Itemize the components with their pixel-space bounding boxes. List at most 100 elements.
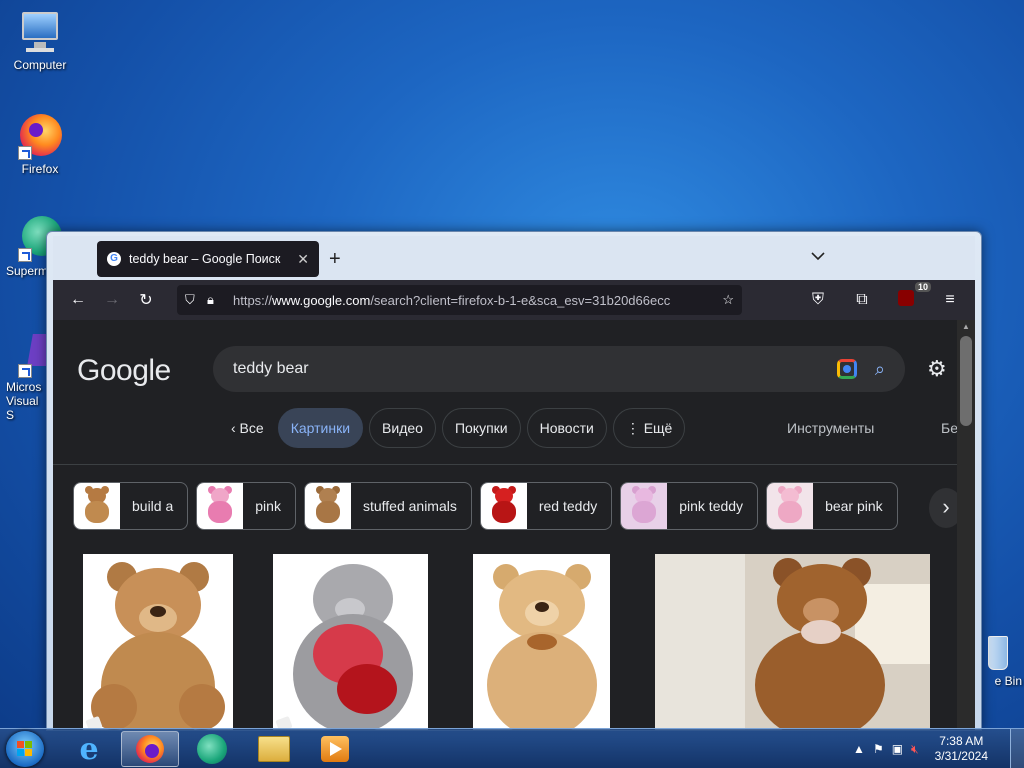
tab-images[interactable]: Картинки (277, 408, 364, 448)
start-button[interactable] (6, 731, 44, 767)
tab-shopping[interactable]: Покупки (441, 408, 521, 448)
chip-thumbnail (621, 483, 668, 529)
page-scrollbar[interactable]: ▲ (957, 320, 975, 730)
back-button[interactable]: ← (61, 291, 95, 309)
taskbar-firefox[interactable] (121, 731, 179, 767)
search-icon[interactable]: ⌕ (875, 359, 885, 380)
new-tab-button[interactable]: + (329, 248, 341, 271)
desktop-icon-label: Firefox (21, 162, 59, 176)
safesearch-button[interactable]: Бе (941, 420, 958, 436)
chip-thumbnail (767, 483, 814, 529)
ublock-extension-icon[interactable]: 10 (889, 281, 931, 311)
windows-logo-icon (17, 741, 33, 757)
internet-explorer-icon: e (79, 731, 99, 767)
tools-button[interactable]: Инструменты (787, 420, 874, 436)
chip-label: pink teddy (679, 498, 744, 514)
tab-title: teddy bear – Google Поиск (129, 252, 281, 266)
chevron-down-icon (811, 252, 825, 261)
system-tray: ▲ ⚑ ▣ 🔇︎ 7:38 AM 3/31/2024 (853, 729, 988, 768)
chip-thumbnail (74, 483, 120, 529)
toolbar-right: ⛨ ⧉ 10 ≡ (801, 281, 967, 311)
scrollbar-thumb[interactable] (960, 336, 972, 426)
google-logo[interactable]: Google (77, 354, 171, 388)
refine-chip[interactable]: bear pink (766, 482, 898, 530)
lock-icon[interactable]: 🔒︎ (207, 292, 229, 308)
desktop-icon-label: Computer (13, 58, 67, 72)
image-result[interactable] (83, 554, 233, 730)
extension-badge: 10 (914, 281, 931, 292)
google-favicon-icon: G (107, 252, 121, 266)
search-input[interactable] (233, 360, 837, 378)
taskbar: e ▲ ⚑ ▣ 🔇︎ 7:38 AM 3/31/2024 (0, 728, 1024, 768)
refine-chip[interactable]: red teddy (479, 482, 613, 530)
firefox-icon (136, 735, 164, 763)
list-all-tabs-button[interactable] (811, 250, 825, 264)
forward-button[interactable]: → (95, 291, 129, 309)
shortcut-arrow-icon (18, 364, 32, 378)
refine-chip[interactable]: build a (73, 482, 189, 530)
clock-time: 7:38 AM (939, 734, 984, 748)
edge-icon (197, 734, 227, 764)
divider (53, 464, 957, 465)
chip-label: red teddy (538, 498, 598, 514)
firefox-window: ▁ ▭ ✕ G teddy bear – Google Поиск ✕ + ← … (46, 231, 982, 731)
folder-icon (258, 736, 290, 762)
image-result[interactable] (655, 554, 930, 730)
search-type-tabs: ‹ Все Картинки Видео Покупки Новости ⋮ Е… (223, 408, 686, 448)
tab-videos[interactable]: Видео (369, 408, 436, 448)
chip-label: build a (132, 498, 174, 514)
navigation-toolbar: ← → ↻ ⛉ 🔒︎ https://www.google.com/search… (53, 280, 975, 320)
clock[interactable]: 7:38 AM 3/31/2024 (935, 734, 988, 764)
refinement-chips: build a pink stuffed animals red teddy p… (73, 482, 898, 530)
browser-tab[interactable]: G teddy bear – Google Поиск ✕ (97, 241, 319, 277)
show-hidden-icons-icon[interactable]: ▲ (853, 742, 865, 756)
taskbar-edge[interactable] (183, 731, 241, 767)
reload-button[interactable]: ↻ (129, 290, 163, 310)
refine-chip[interactable]: stuffed animals (303, 482, 472, 530)
settings-gear-icon[interactable]: ⚙ (927, 356, 947, 382)
google-results-page: Google ⌕ ⚙ ‹ Все Картинки Видео Покупки … (53, 320, 975, 730)
taskbar-media-player[interactable] (306, 731, 364, 767)
clock-date: 3/31/2024 (934, 749, 988, 763)
chip-thumbnail (197, 483, 244, 529)
refine-chip[interactable]: pink (196, 482, 296, 530)
tab-news[interactable]: Новости (526, 408, 607, 448)
scroll-up-icon[interactable]: ▲ (962, 322, 970, 331)
computer-icon (16, 8, 64, 56)
firefox-icon (16, 112, 64, 160)
chip-thumbnail (480, 483, 527, 529)
image-result[interactable] (273, 554, 428, 730)
shield-icon[interactable]: ⛉ (185, 292, 207, 308)
tab-all[interactable]: ‹ Все (223, 408, 272, 448)
chip-label: stuffed animals (362, 498, 457, 514)
menu-icon[interactable]: ≡ (933, 291, 967, 309)
desktop-icon-computer[interactable]: Computer (0, 8, 80, 72)
volume-muted-icon[interactable]: 🔇︎ (911, 742, 919, 757)
chip-thumbnail (304, 483, 351, 529)
shortcut-arrow-icon (18, 248, 32, 262)
show-desktop-button[interactable] (1010, 729, 1024, 768)
media-player-icon (321, 736, 349, 762)
chip-label: pink (255, 498, 281, 514)
bookmark-star-icon[interactable]: ☆ (712, 292, 734, 308)
image-result[interactable] (473, 554, 610, 730)
extensions-icon[interactable]: ⧉ (845, 291, 879, 309)
tab-more[interactable]: ⋮ Ещё (612, 408, 686, 448)
refine-chip[interactable]: pink teddy (620, 482, 759, 530)
browser-frame: G teddy bear – Google Поиск ✕ + ← → ↻ ⛉ … (53, 236, 975, 730)
network-icon[interactable]: ▣ (892, 742, 903, 756)
url-bar[interactable]: ⛉ 🔒︎ https://www.google.com/search?clien… (177, 285, 742, 315)
google-lens-icon[interactable] (836, 359, 857, 379)
url-text[interactable]: https://www.google.com/search?client=fir… (233, 293, 712, 308)
tab-bar: G teddy bear – Google Поиск ✕ + (53, 236, 975, 280)
chip-label: bear pink (825, 498, 883, 514)
desktop-icon-firefox[interactable]: Firefox (0, 112, 80, 176)
action-center-flag-icon[interactable]: ⚑ (873, 742, 884, 756)
close-tab-icon[interactable]: ✕ (297, 251, 309, 268)
taskbar-internet-explorer[interactable]: e (60, 731, 118, 767)
desktop-icon-label: Micros Visual S (6, 380, 42, 422)
shortcut-arrow-icon (18, 146, 32, 160)
taskbar-explorer[interactable] (245, 731, 303, 767)
search-box[interactable]: ⌕ (213, 346, 905, 392)
pocket-icon[interactable]: ⛨ (801, 291, 835, 309)
